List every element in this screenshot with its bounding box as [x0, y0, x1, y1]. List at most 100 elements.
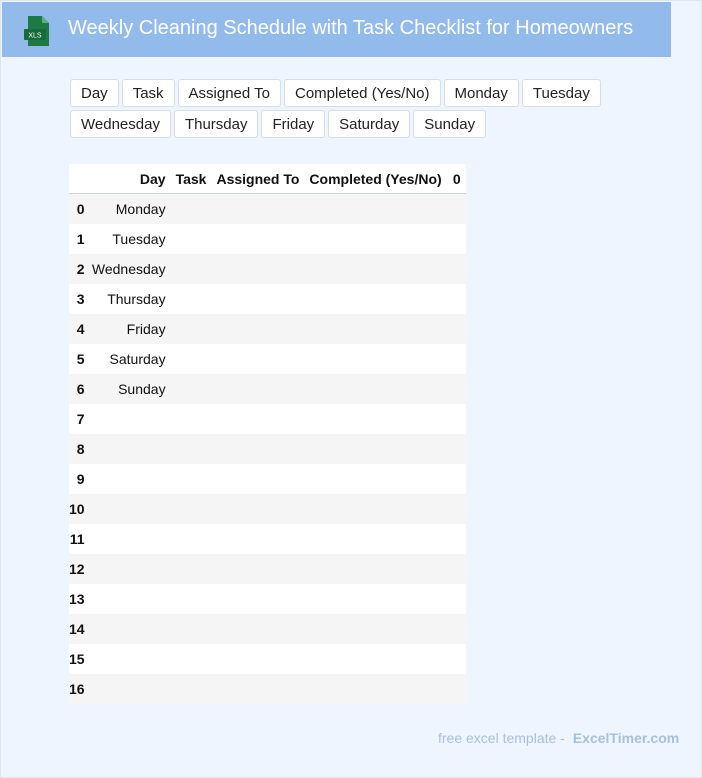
row-index-cell: 14	[69, 614, 85, 644]
column-header-zero: 0	[446, 164, 466, 194]
column-filter-chips: Day Task Assigned To Completed (Yes/No) Mond…	[70, 79, 700, 138]
table-header-row: Day Task Assigned To Completed (Yes/No) …	[69, 164, 466, 194]
day-cell	[84, 644, 171, 674]
zero-cell	[446, 644, 466, 674]
table-row: 0 Monday	[69, 193, 466, 224]
completed-cell	[304, 644, 447, 674]
assigned-to-cell	[211, 193, 305, 224]
row-index-cell: 1	[69, 224, 85, 254]
filter-chip[interactable]: Wednesday	[70, 110, 171, 138]
zero-cell	[446, 494, 466, 524]
xls-file-icon: XLS	[24, 16, 49, 46]
table-body: 0 Monday 1 Tuesday 2 Wednesday 3 Thursday 4 Frida…	[69, 193, 466, 704]
completed-cell	[304, 224, 447, 254]
assigned-to-cell	[211, 464, 305, 494]
table-row: 10	[69, 494, 466, 524]
zero-cell	[446, 584, 466, 614]
row-index-cell: 3	[69, 284, 85, 314]
page-title: Weekly Cleaning Schedule with Task Check…	[68, 17, 634, 39]
task-cell	[170, 314, 212, 344]
footer-brand-link[interactable]: ExcelTimer.com	[573, 730, 679, 746]
table-row: 15	[69, 644, 466, 674]
day-cell: Thursday	[84, 284, 171, 314]
day-cell	[84, 614, 171, 644]
assigned-to-cell	[211, 494, 305, 524]
task-cell	[170, 193, 212, 224]
row-index-cell: 4	[69, 314, 85, 344]
day-cell: Friday	[84, 314, 171, 344]
zero-cell	[446, 404, 466, 434]
completed-cell	[304, 584, 447, 614]
header-banner: XLS Weekly Cleaning Schedule with Task C…	[2, 2, 671, 57]
task-cell	[170, 644, 212, 674]
filter-chip[interactable]: Task	[121, 79, 175, 107]
table-row: 14	[69, 614, 466, 644]
zero-cell	[446, 614, 466, 644]
assigned-to-cell	[211, 374, 305, 404]
completed-cell	[304, 524, 447, 554]
filter-chip[interactable]: Sunday	[413, 110, 487, 138]
day-cell	[84, 434, 171, 464]
filter-chip[interactable]: Tuesday	[521, 79, 601, 107]
zero-cell	[446, 314, 466, 344]
filter-chip[interactable]: Day	[70, 79, 119, 107]
task-cell	[170, 404, 212, 434]
completed-cell	[304, 464, 447, 494]
table-row: 9	[69, 464, 466, 494]
day-cell	[84, 674, 171, 704]
zero-cell	[446, 554, 466, 584]
table-row: 7	[69, 404, 466, 434]
assigned-to-cell	[211, 314, 305, 344]
filter-chip[interactable]: Friday	[261, 110, 326, 138]
day-cell: Tuesday	[84, 224, 171, 254]
row-index-cell: 6	[69, 374, 85, 404]
filter-chip[interactable]: Monday	[443, 79, 519, 107]
day-cell	[84, 584, 171, 614]
filter-chip[interactable]: Completed (Yes/No)	[283, 79, 441, 107]
table-row: 11	[69, 524, 466, 554]
table-row: 2 Wednesday	[69, 254, 466, 284]
table-row: 12	[69, 554, 466, 584]
row-index-cell: 13	[69, 584, 85, 614]
assigned-to-cell	[211, 644, 305, 674]
task-cell	[170, 344, 212, 374]
row-index-cell: 0	[69, 193, 85, 224]
completed-cell	[304, 284, 447, 314]
zero-cell	[446, 524, 466, 554]
row-index-cell: 10	[69, 494, 85, 524]
task-cell	[170, 284, 212, 314]
table-row: 3 Thursday	[69, 284, 466, 314]
completed-cell	[304, 614, 447, 644]
row-index-cell: 12	[69, 554, 85, 584]
completed-cell	[304, 494, 447, 524]
zero-cell	[446, 464, 466, 494]
table-row: 16	[69, 674, 466, 704]
completed-cell	[304, 434, 447, 464]
completed-cell	[304, 554, 447, 584]
assigned-to-cell	[211, 254, 305, 284]
filter-chip[interactable]: Saturday	[328, 110, 411, 138]
completed-cell	[304, 344, 447, 374]
completed-cell	[304, 254, 447, 284]
zero-cell	[446, 193, 466, 224]
task-cell	[170, 464, 212, 494]
row-index-cell: 7	[69, 404, 85, 434]
schedule-table: Day Task Assigned To Completed (Yes/No) …	[69, 164, 466, 704]
task-cell	[170, 254, 212, 284]
table-row: 1 Tuesday	[69, 224, 466, 254]
column-header-index	[69, 164, 85, 194]
assigned-to-cell	[211, 344, 305, 374]
filter-chip[interactable]: Thursday	[173, 110, 259, 138]
day-cell	[84, 494, 171, 524]
assigned-to-cell	[211, 224, 305, 254]
assigned-to-cell	[211, 434, 305, 464]
task-cell	[170, 674, 212, 704]
assigned-to-cell	[211, 554, 305, 584]
day-cell	[84, 524, 171, 554]
task-cell	[170, 374, 212, 404]
day-cell	[84, 554, 171, 584]
assigned-to-cell	[211, 674, 305, 704]
filter-chip[interactable]: Assigned To	[177, 79, 281, 107]
table-row: 8	[69, 434, 466, 464]
assigned-to-cell	[211, 284, 305, 314]
